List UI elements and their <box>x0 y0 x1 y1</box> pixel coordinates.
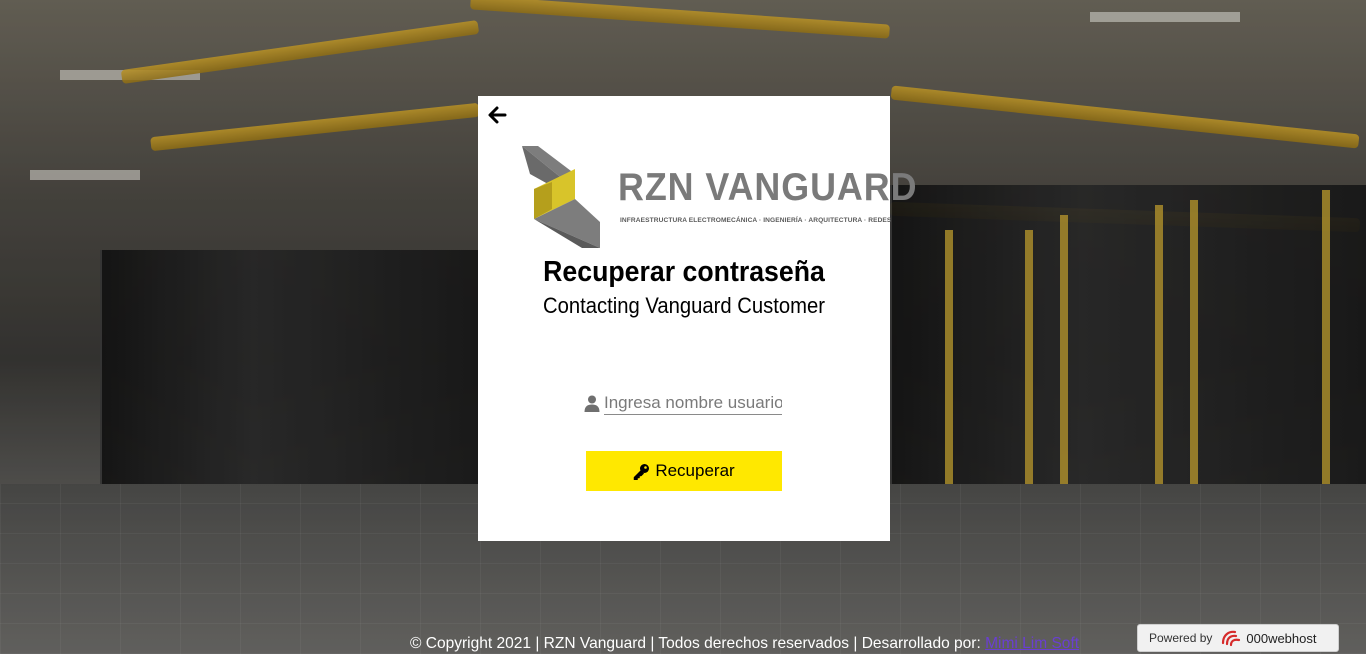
logo-name: RZN VANGUARD <box>618 166 918 209</box>
username-input[interactable] <box>604 392 782 415</box>
company-logo: RZN VANGUARD INFRAESTRUCTURA ELECTROMECÁ… <box>520 144 916 250</box>
logo-tagline: INFRAESTRUCTURA ELECTROMECÁNICA · INGENI… <box>620 217 892 224</box>
page-subtitle: Contacting Vanguard Customer <box>542 293 826 318</box>
footer-text: © Copyright 2021 | RZN Vanguard | Todos … <box>410 635 986 652</box>
key-icon <box>634 463 650 480</box>
000webhost-logo-icon <box>1222 630 1241 647</box>
username-field-group <box>584 392 784 416</box>
developer-link[interactable]: Mimi Lim Soft <box>985 635 1079 652</box>
page-title: Recuperar contraseña <box>543 256 825 288</box>
recover-password-card: RZN VANGUARD INFRAESTRUCTURA ELECTROMECÁ… <box>478 96 916 541</box>
rzn-logo-mark-icon <box>522 146 600 248</box>
footer-copyright: © Copyright 2021 | RZN Vanguard | Todos … <box>410 635 1079 653</box>
recover-button-label: Recuperar <box>655 461 735 480</box>
user-icon <box>584 395 600 412</box>
powered-label: Powered by <box>1149 631 1213 645</box>
arrow-left-icon[interactable] <box>486 104 508 126</box>
recover-button[interactable]: Recuperar <box>586 451 782 491</box>
powered-by-badge[interactable]: Powered by 000webhost <box>1137 624 1339 652</box>
powered-brand: 000webhost <box>1246 630 1317 646</box>
